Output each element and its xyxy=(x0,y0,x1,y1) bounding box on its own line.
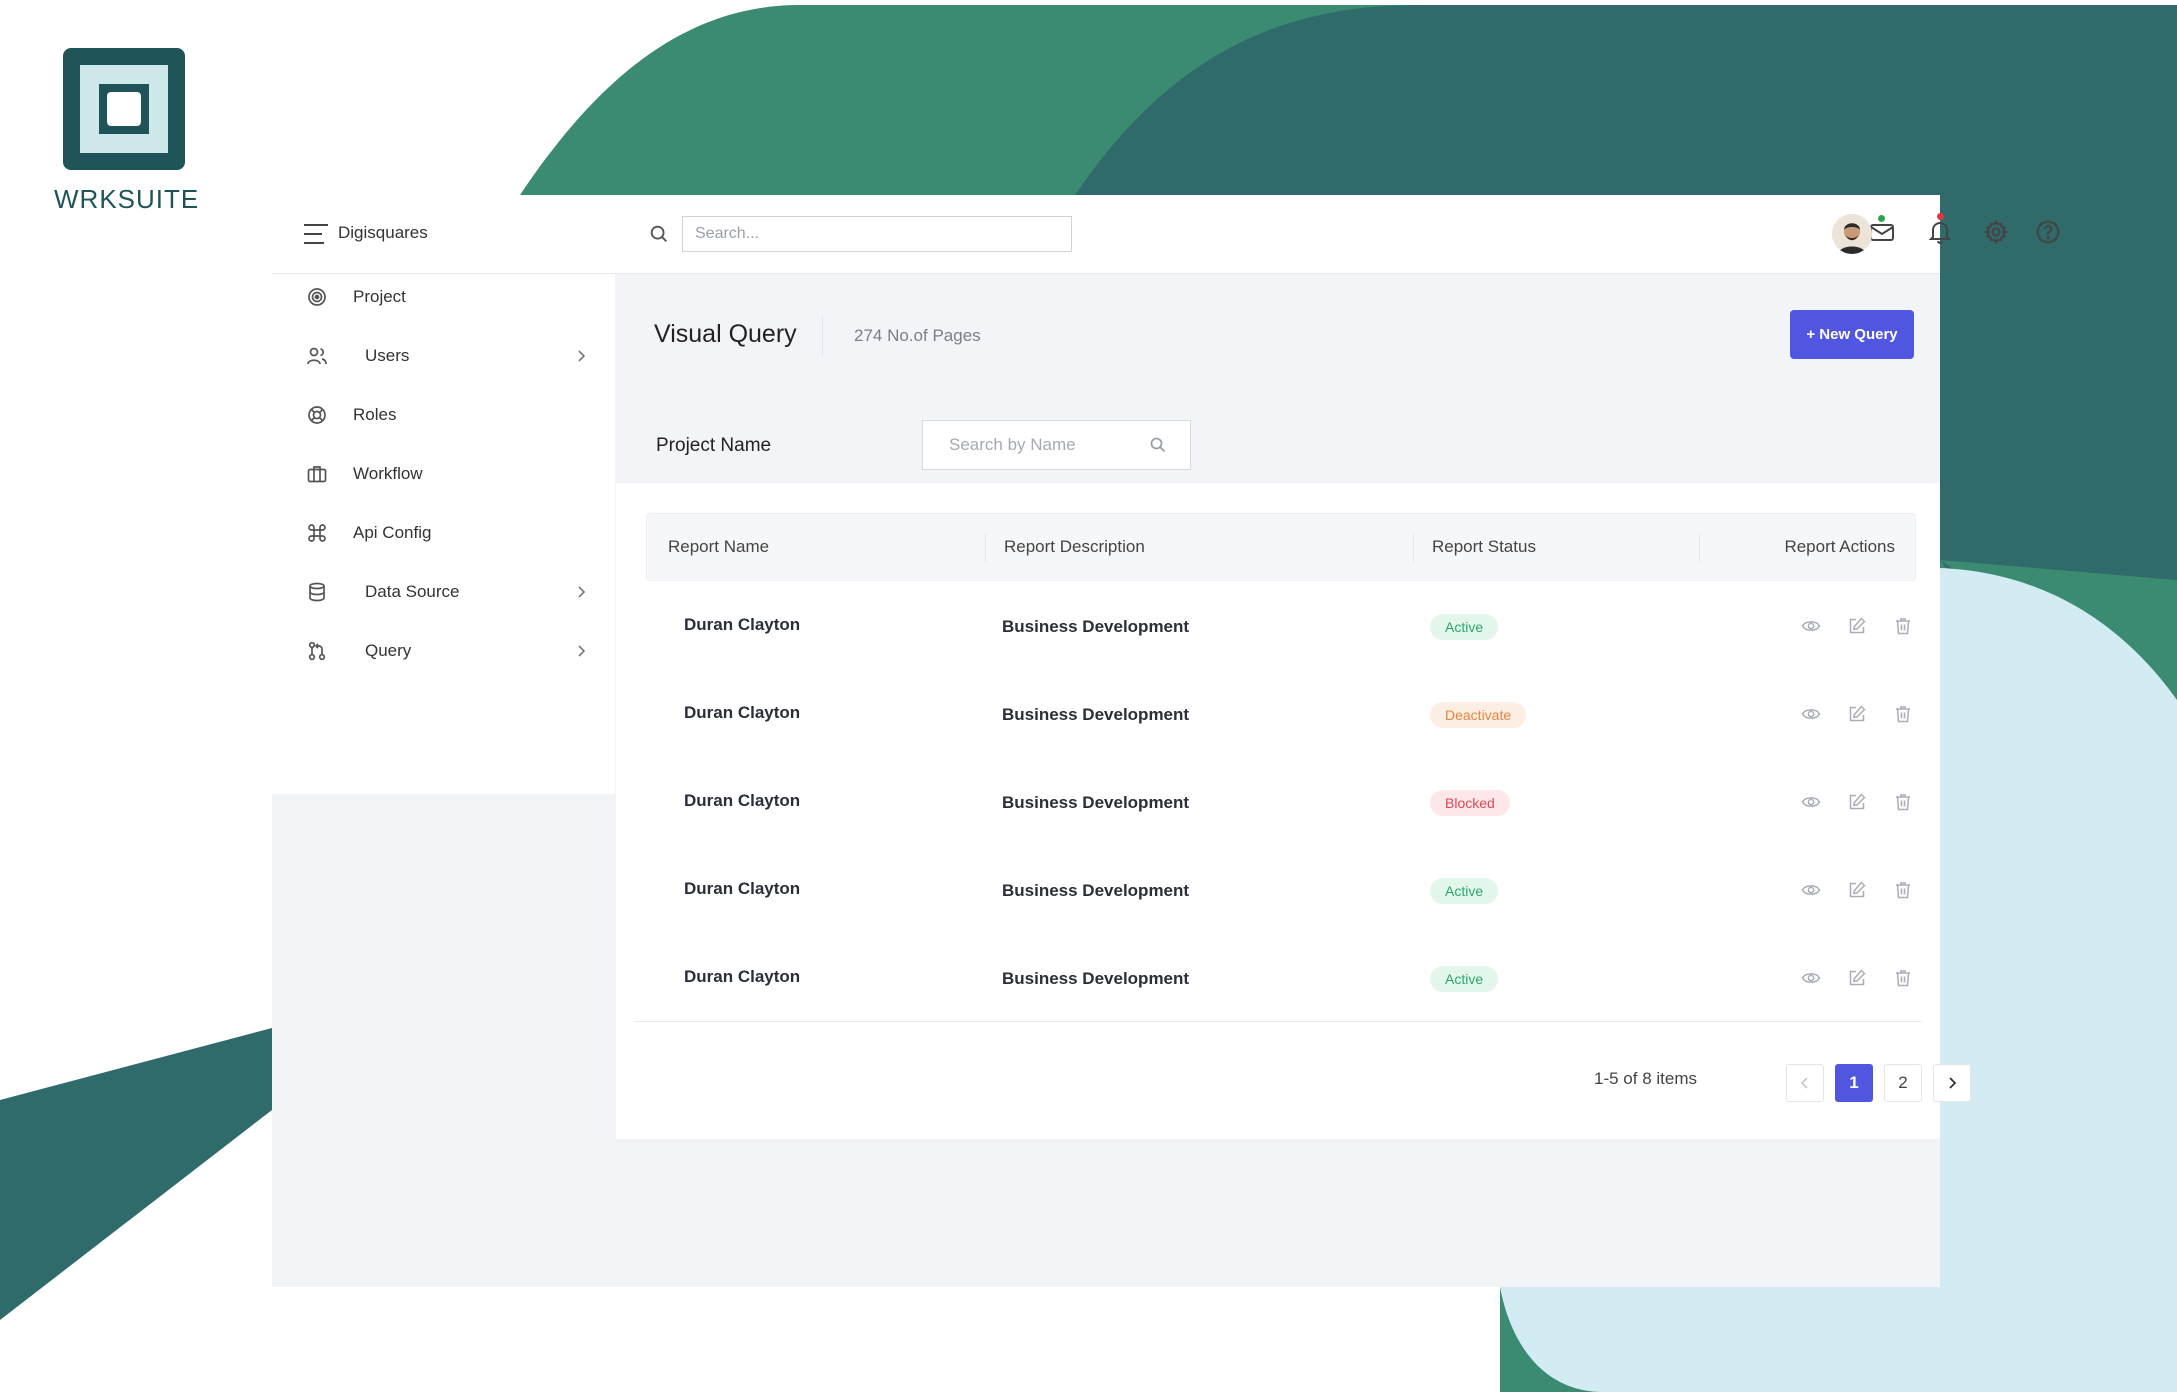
page-button-1[interactable]: 1 xyxy=(1835,1064,1873,1102)
edit-icon[interactable] xyxy=(1846,615,1868,637)
avatar[interactable] xyxy=(1832,214,1872,254)
sidebar-item-label: Workflow xyxy=(353,464,423,483)
report-description: Business Development xyxy=(1002,793,1190,812)
sidebar-item-label: Query xyxy=(365,641,412,660)
chevron-right-icon xyxy=(578,350,586,362)
sidebar-item-label: Roles xyxy=(353,405,397,424)
status-badge: Deactivate xyxy=(1430,702,1527,728)
target-icon xyxy=(308,288,326,306)
search-input[interactable] xyxy=(682,216,1072,252)
sidebar-item-label: Api Config xyxy=(353,523,432,542)
trash-icon[interactable] xyxy=(1892,967,1914,989)
edit-icon[interactable] xyxy=(1846,703,1868,725)
gear-icon[interactable] xyxy=(1979,215,2013,249)
report-description: Business Development xyxy=(1002,969,1190,988)
divider xyxy=(985,534,986,562)
report-description: Business Development xyxy=(1002,617,1190,636)
trash-icon[interactable] xyxy=(1892,879,1914,901)
chevron-right-icon xyxy=(1949,1077,1957,1089)
report-table: Report Name Report Description Report St… xyxy=(616,483,1971,1139)
sidebar-item-users[interactable]: Users xyxy=(272,333,615,379)
edit-icon[interactable] xyxy=(1846,879,1868,901)
git-pull-icon xyxy=(308,641,326,661)
column-header: Report Status xyxy=(1432,537,1536,556)
divider xyxy=(822,316,823,356)
status-badge: Active xyxy=(1430,878,1499,904)
name-search-box xyxy=(922,420,1195,470)
chevron-right-icon xyxy=(578,586,586,598)
table-row: Duran Clayton Business Development Activ… xyxy=(646,933,1916,1021)
eye-icon[interactable] xyxy=(1800,615,1822,637)
square-logo-icon xyxy=(63,48,185,170)
briefcase-icon xyxy=(307,466,327,483)
column-header: Report Name xyxy=(668,537,770,556)
status-badge: Blocked xyxy=(1430,790,1510,816)
report-name: Duran Clayton xyxy=(684,879,801,898)
trash-icon[interactable] xyxy=(1892,791,1914,813)
sidebar-item-data-source[interactable]: Data Source xyxy=(272,569,615,615)
sidebar-item-query[interactable]: Query xyxy=(272,628,615,674)
eye-icon[interactable] xyxy=(1800,703,1822,725)
sidebar-item-label: Users xyxy=(365,346,410,365)
sidebar-item-workflow[interactable]: Workflow xyxy=(272,451,615,497)
sidebar-item-project[interactable]: Project xyxy=(272,274,615,320)
column-header: Report Description xyxy=(1004,537,1145,556)
eye-icon[interactable] xyxy=(1800,879,1822,901)
database-icon xyxy=(309,582,325,602)
report-name: Duran Clayton xyxy=(684,615,801,634)
divider xyxy=(1413,534,1414,562)
page-count: 274 No.of Pages xyxy=(854,326,981,345)
sidebar-item-label: Data Source xyxy=(365,582,460,601)
column-header: Report Actions xyxy=(1784,537,1895,556)
next-page-button[interactable] xyxy=(1933,1064,1971,1102)
report-name: Duran Clayton xyxy=(684,703,801,722)
help-icon[interactable] xyxy=(2031,215,2065,249)
trash-icon[interactable] xyxy=(1892,615,1914,637)
table-row: Duran Clayton Business Development Deact… xyxy=(646,669,1916,757)
brand-name: WRKSUITE xyxy=(54,184,200,214)
prev-page-button[interactable] xyxy=(1786,1064,1824,1102)
sidebar-item-roles[interactable]: Roles xyxy=(272,392,615,438)
search-icon xyxy=(650,225,667,242)
trash-icon[interactable] xyxy=(1892,703,1914,725)
sidebar: Project Users Roles Workflow Api Config … xyxy=(272,274,615,794)
page-button-2[interactable]: 2 xyxy=(1884,1064,1922,1102)
table-row: Duran Clayton Business Development Block… xyxy=(646,757,1916,845)
command-icon xyxy=(308,524,326,542)
table-row: Duran Clayton Business Development Activ… xyxy=(646,581,1916,669)
menu-icon[interactable] xyxy=(304,224,328,244)
report-name: Duran Clayton xyxy=(684,967,801,986)
sidebar-item-label: Project xyxy=(353,287,406,306)
report-name: Duran Clayton xyxy=(684,791,801,810)
eye-icon[interactable] xyxy=(1800,791,1822,813)
main-content: Visual Query 274 No.of Pages + New Query… xyxy=(616,274,1971,1287)
report-description: Business Development xyxy=(1002,881,1190,900)
new-query-button[interactable]: + New Query xyxy=(1790,310,1914,359)
table-header: Report Name Report Description Report St… xyxy=(646,513,1916,581)
filter-label: Project Name xyxy=(656,435,772,456)
sidebar-item-api-config[interactable]: Api Config xyxy=(272,510,615,556)
app-window: Digisquares Project Users xyxy=(272,195,2060,1287)
users-icon xyxy=(307,347,327,365)
edit-icon[interactable] xyxy=(1846,791,1868,813)
bell-icon[interactable] xyxy=(1923,213,1957,249)
eye-icon[interactable] xyxy=(1800,967,1822,989)
lifebuoy-icon xyxy=(308,406,326,424)
page-title: Visual Query xyxy=(654,320,797,348)
divider xyxy=(1699,534,1700,562)
top-bar: Digisquares xyxy=(272,195,2060,274)
status-badge: Active xyxy=(1430,614,1499,640)
edit-icon[interactable] xyxy=(1846,967,1868,989)
pagination-info: 1-5 of 8 items xyxy=(1594,1069,1697,1088)
chevron-left-icon xyxy=(1800,1077,1808,1089)
search-icon[interactable] xyxy=(1149,436,1167,454)
status-badge: Active xyxy=(1430,966,1499,992)
chevron-right-icon xyxy=(578,645,586,657)
org-name: Digisquares xyxy=(338,223,428,242)
table-row: Duran Clayton Business Development Activ… xyxy=(646,845,1916,933)
report-description: Business Development xyxy=(1002,705,1190,724)
divider xyxy=(634,1021,1922,1022)
brand: WRKSUITE xyxy=(54,48,200,215)
page-header: Visual Query 274 No.of Pages + New Query… xyxy=(616,274,1940,484)
